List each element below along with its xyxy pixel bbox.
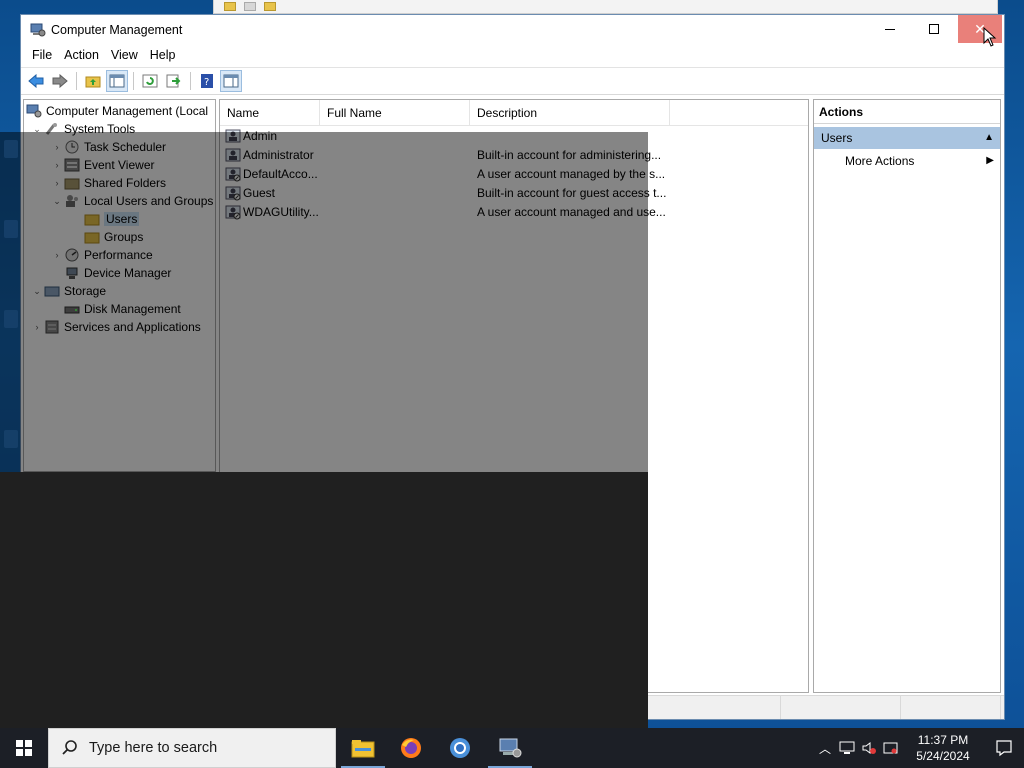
clock[interactable]: 11:37 PM 5/24/2024 (902, 732, 984, 764)
menu-view[interactable]: View (105, 45, 144, 67)
folder-up-icon (85, 76, 101, 88)
column-header-full-name[interactable]: Full Name (320, 100, 470, 126)
column-header-description[interactable]: Description (470, 100, 670, 126)
folder-icon (264, 2, 276, 11)
folder-icon (224, 2, 236, 11)
svg-text:?: ? (204, 77, 209, 88)
tree-node-computer-management[interactable]: Computer Management (Local (26, 102, 208, 120)
collapse-up-icon[interactable]: ▲ (984, 127, 994, 149)
computer-management-icon (26, 104, 42, 118)
computer-management-icon (30, 23, 46, 37)
drag-window-body (0, 472, 648, 728)
status-segment (901, 696, 1001, 719)
volume-muted-icon (862, 742, 876, 754)
start-button[interactable] (0, 728, 48, 768)
network-icon (839, 741, 855, 754)
chevron-up-icon: ︿ (818, 741, 831, 756)
background-window (213, 0, 998, 14)
clock-time: 11:37 PM (917, 733, 969, 747)
window-title: Computer Management (51, 23, 183, 37)
minimize-button[interactable] (868, 15, 912, 43)
submenu-arrow-icon: ▶ (986, 155, 994, 166)
mouse-cursor-icon (983, 27, 997, 47)
list-header: Name Full Name Description (220, 100, 808, 126)
actions-header: Actions (814, 100, 1000, 124)
windows-logo-icon (16, 740, 32, 756)
menu-help[interactable]: Help (144, 45, 182, 67)
refresh-icon (142, 74, 158, 88)
taskbar: Type here to search ︿ 11:37 PM 5/24/2024 (0, 728, 1024, 768)
maximize-button[interactable] (912, 15, 956, 43)
help-button[interactable]: ? (196, 70, 218, 92)
taskbar-search-box[interactable]: Type here to search (48, 728, 336, 768)
action-center-status-button[interactable] (880, 728, 902, 768)
back-button[interactable] (25, 70, 47, 92)
menu-bar: File Action View Help (21, 45, 1004, 67)
computer-management-icon (499, 738, 522, 758)
taskbar-app-file-explorer[interactable] (339, 728, 387, 768)
system-tray: ︿ 11:37 PM 5/24/2024 (814, 728, 1024, 768)
notification-status-icon (883, 742, 898, 754)
drag-shadow-overlay (0, 132, 648, 472)
refresh-button[interactable] (139, 70, 161, 92)
minimize-icon (885, 28, 895, 30)
chrome-icon (450, 738, 470, 758)
volume-icon-button[interactable] (858, 728, 880, 768)
toolbar-separator (76, 72, 77, 90)
search-placeholder: Type here to search (89, 740, 218, 756)
toolbar-separator (133, 72, 134, 90)
show-hide-action-pane-button[interactable] (220, 70, 242, 92)
help-icon: ? (201, 74, 213, 88)
back-arrow-icon (28, 74, 44, 88)
maximize-icon (929, 24, 939, 34)
taskbar-app-computer-management[interactable] (486, 728, 534, 768)
more-actions-item[interactable]: More Actions ▶ (814, 149, 1000, 173)
forward-arrow-icon (52, 74, 68, 88)
document-icon (244, 2, 256, 11)
network-icon-button[interactable] (836, 728, 858, 768)
firefox-icon (401, 738, 421, 758)
up-one-level-button[interactable] (82, 70, 104, 92)
export-icon (166, 74, 181, 88)
status-segment (781, 696, 901, 719)
notifications-icon (996, 740, 1012, 757)
show-hidden-icons-button[interactable]: ︿ (814, 728, 836, 768)
export-list-button[interactable] (163, 70, 185, 92)
actions-section-users[interactable]: Users ▲ (814, 127, 1000, 149)
console-tree-icon (109, 74, 125, 88)
notifications-button[interactable] (984, 728, 1024, 768)
toolbar-separator (190, 72, 191, 90)
file-explorer-icon (351, 740, 375, 758)
toolbar: ? (21, 67, 1004, 95)
taskbar-app-chrome[interactable] (436, 728, 484, 768)
title-bar[interactable]: Computer Management ✕ (21, 15, 1004, 45)
taskbar-app-firefox[interactable] (387, 728, 435, 768)
menu-file[interactable]: File (26, 45, 58, 67)
actions-pane: Actions Users ▲ More Actions ▶ (813, 99, 1001, 693)
menu-action[interactable]: Action (58, 45, 105, 67)
action-pane-icon (223, 74, 239, 88)
clock-date: 5/24/2024 (916, 749, 970, 763)
search-icon (62, 740, 77, 755)
forward-button[interactable] (49, 70, 71, 92)
show-hide-console-tree-button[interactable] (106, 70, 128, 92)
column-header-name[interactable]: Name (220, 100, 320, 126)
